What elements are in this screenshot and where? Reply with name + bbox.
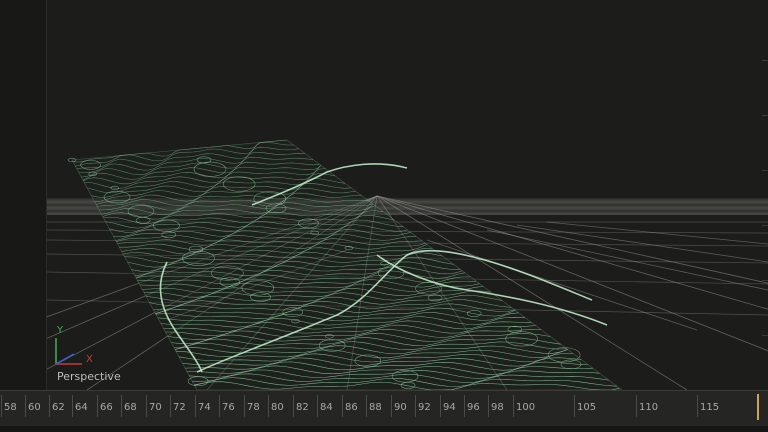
timeline-tick-line bbox=[49, 395, 50, 417]
z-axis-line bbox=[55, 353, 75, 365]
timeline-tick-line bbox=[25, 395, 26, 417]
left-tool-strip bbox=[0, 0, 47, 390]
timeline-tick-line bbox=[415, 395, 416, 417]
ruler-tick bbox=[762, 280, 768, 281]
timeline-tick-label: 78 bbox=[247, 402, 260, 413]
timeline-tick-label: 62 bbox=[52, 402, 65, 413]
timeline-tick-label: 96 bbox=[467, 402, 480, 413]
y-axis-label: Y bbox=[57, 325, 64, 336]
timeline-tick-line bbox=[121, 395, 122, 417]
status-strip bbox=[0, 426, 768, 432]
timeline-ticks[interactable]: 58 60 62 64 66 68 70 72 74 76 78 80 82 84 86 88 90 92 94 96… bbox=[0, 391, 768, 425]
timeline-tick-line bbox=[440, 395, 441, 417]
timeline-tick-label: 72 bbox=[173, 402, 186, 413]
timeline-tick-label: 66 bbox=[100, 402, 113, 413]
ruler-tick bbox=[762, 335, 768, 336]
timeline-playhead[interactable] bbox=[757, 394, 759, 420]
timeline-tick-line bbox=[244, 395, 245, 417]
ruler-tick bbox=[762, 115, 768, 116]
timeline-ruler[interactable]: 58 60 62 64 66 68 70 72 74 76 78 80 82 84 86 88 90 92 94 96… bbox=[0, 390, 768, 427]
timeline-tick-line bbox=[268, 395, 269, 417]
timeline-tick-label: 90 bbox=[394, 402, 407, 413]
timeline-tick-label: 58 bbox=[4, 402, 17, 413]
timeline-tick-label: 76 bbox=[222, 402, 235, 413]
ruler-tick bbox=[762, 60, 768, 61]
ruler-tick bbox=[762, 225, 768, 226]
terrain-mesh bbox=[67, 139, 623, 390]
timeline-tick-line bbox=[391, 395, 392, 417]
grid-line bbox=[516, 224, 768, 263]
timeline-tick-line bbox=[697, 395, 698, 417]
timeline-tick-label: 74 bbox=[198, 402, 211, 413]
timeline-tick-line bbox=[317, 395, 318, 417]
timeline-tick-line bbox=[464, 395, 465, 417]
3d-viewport[interactable] bbox=[47, 0, 768, 390]
timeline-tick-label: 82 bbox=[296, 402, 309, 413]
timeline-tick-label: 88 bbox=[369, 402, 382, 413]
timeline-tick-line bbox=[574, 395, 575, 417]
timeline-tick-line bbox=[342, 395, 343, 417]
timeline-tick-label: 92 bbox=[418, 402, 431, 413]
timeline-tick-label: 110 bbox=[639, 402, 659, 413]
timeline-tick-line bbox=[97, 395, 98, 417]
timeline-tick-label: 115 bbox=[700, 402, 720, 413]
timeline-tick-line bbox=[488, 395, 489, 417]
timeline-tick-label: 80 bbox=[271, 402, 284, 413]
timeline-tick-line bbox=[170, 395, 171, 417]
timeline-tick-label: 60 bbox=[28, 402, 41, 413]
ruler-tick bbox=[762, 170, 768, 171]
viewport-right-ruler bbox=[762, 60, 768, 360]
timeline-tick-line bbox=[195, 395, 196, 417]
timeline-tick-line bbox=[513, 395, 514, 417]
timeline-tick-line bbox=[636, 395, 637, 417]
app-window: Y X Perspective 58 60 62 64 66 68 70 72 74 76 78 80… bbox=[0, 0, 768, 432]
timeline-tick-label: 68 bbox=[124, 402, 137, 413]
timeline-tick-line bbox=[1, 395, 2, 417]
timeline-tick-label: 100 bbox=[516, 402, 536, 413]
timeline-tick-label: 70 bbox=[149, 402, 162, 413]
timeline-tick-line bbox=[146, 395, 147, 417]
x-axis-label: X bbox=[86, 354, 93, 365]
timeline-tick-label: 86 bbox=[345, 402, 358, 413]
timeline-tick-line bbox=[219, 395, 220, 417]
timeline-tick-label: 64 bbox=[75, 402, 88, 413]
timeline-tick-line bbox=[366, 395, 367, 417]
timeline-tick-label: 98 bbox=[491, 402, 504, 413]
viewport-view-label[interactable]: Perspective bbox=[57, 370, 121, 383]
timeline-tick-label: 105 bbox=[577, 402, 597, 413]
timeline-tick-label: 94 bbox=[443, 402, 456, 413]
viewport-scene[interactable] bbox=[47, 0, 768, 390]
timeline-tick-line bbox=[72, 395, 73, 417]
timeline-tick-label: 84 bbox=[320, 402, 333, 413]
timeline-tick-line bbox=[293, 395, 294, 417]
